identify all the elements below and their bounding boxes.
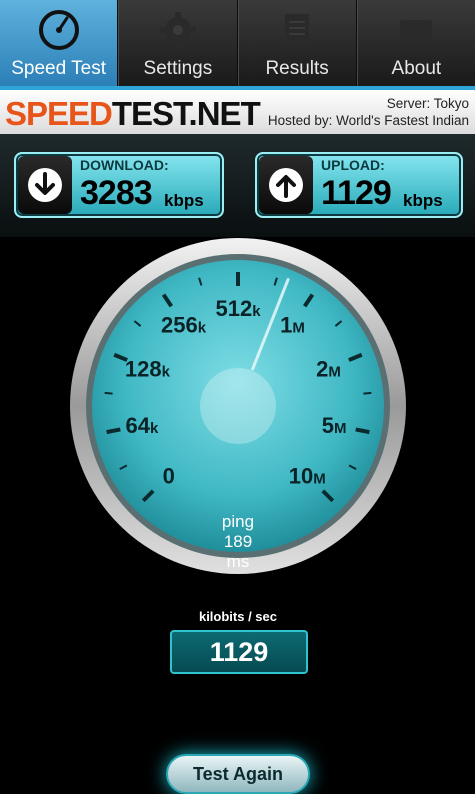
gauge-scale-label: 0 [163, 463, 175, 488]
server-name: Server: Tokyo [386, 96, 469, 111]
download-unit: kbps [164, 191, 204, 210]
speedometer-icon [38, 10, 79, 50]
tab-label: About [391, 58, 442, 79]
gauge-minor-tick [104, 391, 113, 395]
ping-label: ping [221, 512, 255, 531]
tab-label: Speed Test [11, 58, 106, 79]
test-again-button[interactable]: Test Again [166, 754, 310, 794]
tab-label: Results [265, 58, 329, 79]
gauge-minor-tick [363, 391, 372, 395]
arrow-up-icon [269, 168, 303, 202]
arrow-down-icon [28, 168, 62, 202]
upload-meter: UPLOAD: 1129 kbps [255, 152, 463, 218]
download-label: DOWNLOAD: [80, 157, 169, 173]
speed-readout: 1129 [170, 630, 308, 674]
tab-label: Settings [143, 58, 213, 79]
brand-logo: SPEEDTEST.NET [5, 95, 261, 132]
ping-value: 189 [223, 532, 253, 551]
units-label: kilobits / sec [198, 609, 278, 624]
server-info: Server: Tokyo Hosted by: World's Fastest… [268, 95, 469, 129]
gear-icon [159, 12, 196, 48]
upload-unit: kbps [403, 191, 443, 210]
upload-label: UPLOAD: [321, 157, 385, 173]
tab-bar: Speed Test Settings Results About [0, 0, 475, 86]
gauge-tick [355, 427, 370, 435]
gauge-tick [106, 427, 121, 435]
results-strip: DOWNLOAD: 3283 kbps UPLOAD: 1129 kbps [0, 134, 475, 237]
ping-dial-center [200, 368, 276, 444]
download-value: 3283 [80, 174, 153, 212]
upload-value: 1129 [321, 174, 392, 212]
tab-speed-test[interactable]: Speed Test [0, 0, 119, 86]
server-host: Hosted by: World's Fastest Indian [267, 113, 469, 128]
ping-display: ping 189 ms [202, 512, 274, 572]
ping-unit: ms [226, 552, 250, 571]
tab-settings[interactable]: Settings [118, 0, 238, 86]
info-icon [400, 20, 433, 42]
download-meter: DOWNLOAD: 3283 kbps [14, 152, 224, 218]
header: SPEEDTEST.NET Server: Tokyo Hosted by: W… [0, 90, 475, 134]
speed-test-panel: DOWNLOAD: 3283 kbps UPLOAD: 1129 kbps 0 … [0, 134, 475, 794]
tab-about[interactable]: About [356, 0, 475, 86]
tab-results[interactable]: Results [237, 0, 357, 86]
document-icon [285, 14, 310, 46]
